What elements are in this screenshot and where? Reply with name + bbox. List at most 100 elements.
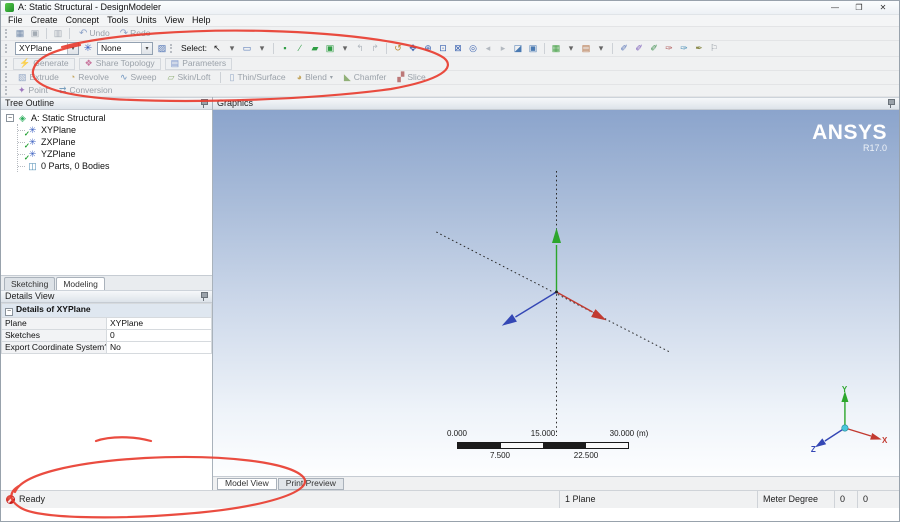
- sketch-combobox[interactable]: None ▾: [97, 42, 153, 55]
- window-title: A: Static Structural - DesignModeler: [18, 2, 162, 12]
- tab-modeling[interactable]: Modeling: [56, 277, 105, 290]
- rotate-icon[interactable]: ↺: [391, 42, 405, 55]
- skin-loft-button[interactable]: ▱ Skin/Loft: [163, 72, 216, 84]
- pin-icon[interactable]: [887, 99, 895, 108]
- title-bar[interactable]: A: Static Structural - DesignModeler — ❐…: [1, 1, 899, 15]
- tree-outline: − ◈ A: Static Structural ✳ ✓ XYPlane ✳ ✓…: [1, 110, 212, 275]
- box-select-icon[interactable]: ▭: [240, 42, 254, 55]
- tab-model-view[interactable]: Model View: [217, 477, 277, 490]
- menu-item[interactable]: Tools: [103, 16, 132, 25]
- concept-tools-group: ✦ Point ⇄ Conversion: [13, 85, 117, 97]
- point-button[interactable]: ✦ Point: [13, 85, 53, 97]
- pin-icon[interactable]: [200, 292, 208, 301]
- tree-item-plane[interactable]: ✳ ✓ ZXPlane: [18, 136, 212, 150]
- chevron-down-icon[interactable]: ▾: [67, 43, 78, 54]
- undo-button[interactable]: ↶ Undo: [74, 28, 115, 39]
- previous-selection-icon[interactable]: ↰: [353, 42, 367, 55]
- tab-sketching[interactable]: Sketching: [4, 277, 56, 290]
- chamfer-button[interactable]: ◣ Chamfer: [339, 72, 392, 84]
- magnifier-window-icon[interactable]: ◎: [466, 42, 480, 55]
- menu-item[interactable]: Concept: [62, 16, 104, 25]
- edge-filter-icon[interactable]: ∕: [293, 42, 307, 55]
- thin-surface-button[interactable]: ▯ Thin/Surface: [225, 72, 291, 84]
- share-topology-button[interactable]: ❖ Share Topology: [78, 57, 161, 70]
- extend-selection-icon[interactable]: ▾: [338, 42, 352, 55]
- conversion-button[interactable]: ⇄ Conversion: [54, 85, 118, 97]
- details-value[interactable]: No: [106, 340, 212, 354]
- flag-icon[interactable]: ⚐: [707, 42, 721, 55]
- box-zoom-icon[interactable]: ⊡: [436, 42, 450, 55]
- collapse-icon[interactable]: −: [6, 114, 14, 122]
- tab-print-preview[interactable]: Print Preview: [277, 477, 344, 490]
- details-group-header[interactable]: − Details of XYPlane: [1, 303, 212, 318]
- graphics-viewport[interactable]: Y X Z ANSYS R17.0 0.000 15.000 30.000 (m…: [213, 110, 899, 476]
- zoom-fit-icon[interactable]: ⊠: [451, 42, 465, 55]
- select-mode-icon[interactable]: ↖: [210, 42, 224, 55]
- plane-combobox-value: XYPlane: [19, 44, 53, 53]
- tree-item-parts[interactable]: ◫ 0 Parts, 0 Bodies: [18, 160, 212, 172]
- menu-item[interactable]: File: [4, 16, 27, 25]
- minimize-button[interactable]: —: [823, 1, 847, 14]
- menu-item[interactable]: Units: [132, 16, 161, 25]
- edge-direction-icon[interactable]: ✐: [617, 42, 631, 55]
- maximize-button[interactable]: ❐: [847, 1, 871, 14]
- details-value[interactable]: 0: [106, 328, 212, 342]
- extrude-button[interactable]: ▧ Extrude: [13, 72, 64, 84]
- details-value[interactable]: XYPlane: [106, 316, 212, 330]
- print-icon[interactable]: ▥: [51, 27, 65, 40]
- parameters-button[interactable]: ▤ Parameters: [164, 57, 233, 70]
- close-button[interactable]: ✕: [871, 1, 895, 14]
- toolbar-grip[interactable]: [5, 59, 9, 68]
- box-select-arrow-icon[interactable]: ▾: [255, 42, 269, 55]
- plane-combobox[interactable]: XYPlane ▾: [15, 42, 79, 55]
- display-style-icon[interactable]: ▦: [549, 42, 563, 55]
- body-filter-icon[interactable]: ▣: [323, 42, 337, 55]
- toolbar-separator: [69, 28, 70, 39]
- new-plane-icon[interactable]: ✳: [81, 42, 95, 55]
- face-filter-icon[interactable]: ▰: [308, 42, 322, 55]
- toolbar-grip[interactable]: [5, 44, 9, 53]
- chevron-down-icon[interactable]: ▾: [141, 43, 152, 54]
- new-sketch-icon[interactable]: ▨: [155, 42, 169, 55]
- display-edges-icon[interactable]: ✐: [647, 42, 661, 55]
- blend-button[interactable]: ◕ Blend ▾: [292, 72, 338, 84]
- sweep-button[interactable]: ∿ Sweep: [115, 72, 162, 84]
- edge-coloring-arrow-icon[interactable]: ▾: [594, 42, 608, 55]
- toolbar-grip[interactable]: [5, 73, 9, 82]
- tree-item-plane[interactable]: ✳ ✓ XYPlane: [18, 124, 212, 138]
- generate-button[interactable]: ⚡ Generate: [13, 57, 75, 70]
- pin-icon[interactable]: [200, 99, 208, 108]
- next-view-icon[interactable]: ▸: [496, 42, 510, 55]
- display-vertices-icon[interactable]: ✐: [632, 42, 646, 55]
- display-style-arrow-icon[interactable]: ▾: [564, 42, 578, 55]
- toolbar-grip[interactable]: [170, 44, 174, 53]
- toolbar-grip[interactable]: [5, 29, 9, 38]
- orientation-triad[interactable]: Y X Z: [811, 385, 888, 454]
- edge-coloring-icon[interactable]: ▤: [579, 42, 593, 55]
- menu-item[interactable]: Create: [27, 16, 62, 25]
- zoom-icon[interactable]: ⊕: [421, 42, 435, 55]
- tree-item-plane[interactable]: ✳ ✓ YZPlane: [18, 148, 212, 162]
- toolbar-grip[interactable]: [5, 86, 9, 95]
- slice-button[interactable]: ▞ Slice: [392, 72, 430, 84]
- toolbar-separator: [219, 72, 221, 83]
- triad-toggle-icon[interactable]: ✒: [692, 42, 706, 55]
- ruler-toggle-icon[interactable]: ✑: [677, 42, 691, 55]
- menu-item[interactable]: View: [161, 16, 188, 25]
- redo-button[interactable]: ↷ Redo: [115, 28, 156, 39]
- previous-view-icon[interactable]: ◂: [481, 42, 495, 55]
- cross-section-alignments-icon[interactable]: ✑: [662, 42, 676, 55]
- isometric-view-icon[interactable]: ◪: [511, 42, 525, 55]
- look-at-face-icon[interactable]: ▣: [526, 42, 540, 55]
- next-selection-icon[interactable]: ↱: [368, 42, 382, 55]
- save-project-icon[interactable]: ▣: [28, 27, 42, 40]
- graphics-title: Graphics: [217, 98, 254, 108]
- new-session-icon[interactable]: ▦: [13, 27, 27, 40]
- pan-icon[interactable]: ✥: [406, 42, 420, 55]
- tree-root[interactable]: − ◈ A: Static Structural: [3, 112, 212, 124]
- menu-item[interactable]: Help: [188, 16, 215, 25]
- select-mode-arrow-icon[interactable]: ▾: [225, 42, 239, 55]
- details-row: Sketches 0: [1, 328, 212, 342]
- revolve-button[interactable]: ◔ Revolve: [65, 72, 114, 84]
- vertex-filter-icon[interactable]: ▪: [278, 42, 292, 55]
